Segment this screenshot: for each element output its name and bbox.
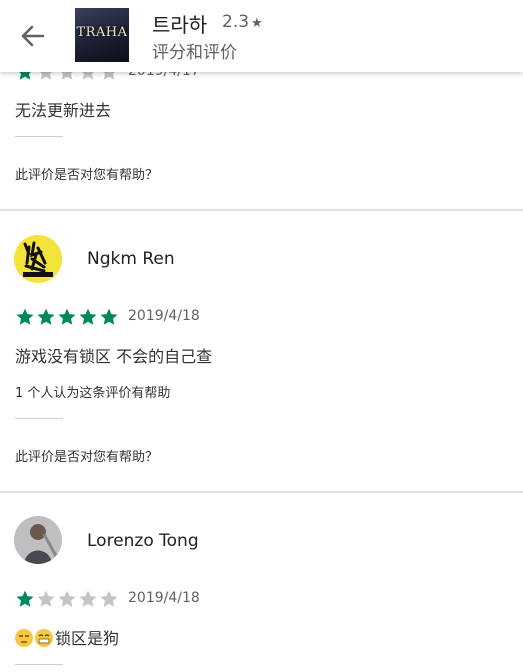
review-2-date: 2019/4/18: [128, 308, 200, 324]
review-2-helpful-prompt[interactable]: 此评价是否对您有帮助？: [15, 446, 158, 465]
review-3-star-rating: [15, 589, 120, 609]
app-icon[interactable]: TRAHA: [75, 8, 129, 62]
ngkm-ren-avatar-image: [14, 235, 62, 283]
grinning-face-icon: [35, 629, 53, 647]
star-filled-icon: [57, 307, 77, 327]
review-1-separator: [15, 136, 63, 137]
back-button[interactable]: [14, 17, 52, 55]
app-rating-value: 2.3: [222, 12, 250, 32]
star-empty-icon: [57, 589, 77, 609]
star-icon: ★: [251, 16, 263, 31]
review-1-text: 无法更新进去: [15, 101, 112, 120]
review-2-star-rating: [15, 307, 120, 327]
review-divider: [0, 491, 523, 493]
star-filled-icon: [36, 307, 56, 327]
arrow-back-icon: [21, 25, 45, 47]
star-empty-icon: [78, 589, 98, 609]
review-1-helpful-prompt[interactable]: 此评价是否对您有帮助？: [15, 164, 158, 183]
review-3-separator: [15, 664, 63, 665]
reviewer-avatar-ngkm-ren[interactable]: [14, 235, 62, 283]
unamused-face-icon: [15, 629, 33, 647]
review-3-text-row: 锁区是狗: [15, 625, 119, 649]
review-2-text: 游戏没有锁区 不会的自己查: [15, 347, 213, 366]
star-filled-icon: [78, 307, 98, 327]
star-empty-icon: [36, 589, 56, 609]
reviews-list[interactable]: 2019/4/17 无法更新进去 此评价是否对您有帮助？ Ngkm Ren 20…: [0, 0, 523, 672]
app-title: 트라하: [152, 13, 208, 37]
star-filled-icon: [99, 307, 119, 327]
star-filled-icon: [15, 589, 35, 609]
review-3-text: 锁区是狗: [55, 629, 120, 648]
app-rating: 2.3 ★: [222, 12, 263, 32]
reviewer-name: Ngkm Ren: [87, 249, 175, 269]
reviewer-avatar-lorenzo-tong[interactable]: [14, 516, 62, 564]
page-subtitle: 评分和评价: [152, 43, 237, 63]
lorenzo-tong-avatar-image: [14, 516, 62, 564]
app-icon-logo-text: TRAHA: [76, 25, 128, 40]
app-bar: TRAHA 트라하 2.3 ★ 评分和评价: [0, 0, 523, 72]
review-3-date: 2019/4/18: [128, 590, 200, 606]
reviewer-name: Lorenzo Tong: [87, 531, 199, 551]
star-empty-icon: [99, 589, 119, 609]
review-2-helpful-count: 1 个人认为这条评价有帮助: [15, 386, 171, 401]
review-divider: [0, 209, 523, 211]
star-filled-icon: [15, 307, 35, 327]
review-2-separator: [15, 418, 63, 419]
